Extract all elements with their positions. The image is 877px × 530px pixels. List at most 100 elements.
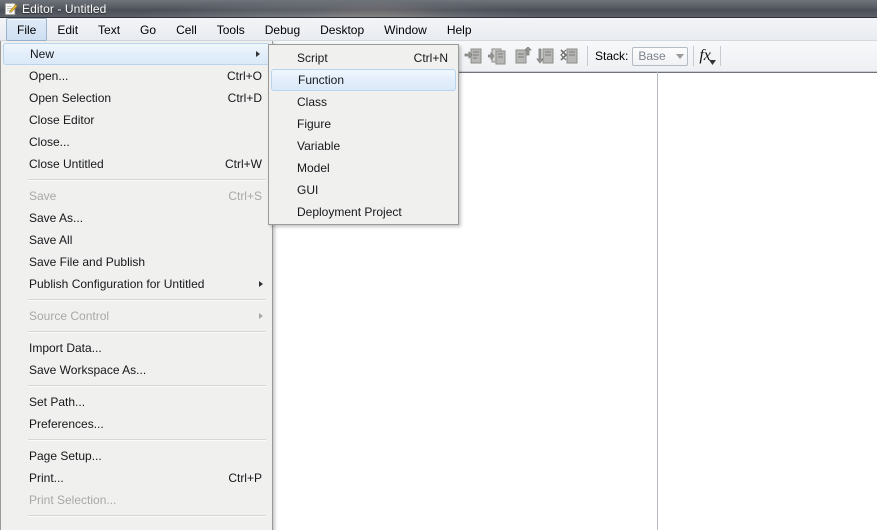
menu-item-label: Deployment Project: [297, 205, 402, 219]
menu-item-label: Open Selection: [29, 91, 112, 105]
menu-item-label: New: [30, 47, 55, 61]
application-window: Editor - Untitled File Edit Text Go Cell Tool…: [0, 0, 877, 530]
stack-dropdown-value: Base: [638, 49, 666, 63]
chevron-down-icon: [673, 53, 687, 59]
menu-separator: [28, 385, 266, 387]
menu-item-shortcut: Ctrl+O: [226, 69, 262, 83]
editor-document-pencil-icon: [4, 2, 18, 16]
menu-item-label: Set Path...: [29, 395, 86, 409]
menu-item-print[interactable]: Print... Ctrl+P: [1, 467, 272, 489]
menu-item-variable[interactable]: Variable: [269, 135, 458, 157]
function-browser-icon[interactable]: fx: [699, 48, 716, 65]
menu-item-shortcut: Ctrl+P: [228, 471, 262, 485]
menu-item-label: Print...: [29, 471, 64, 485]
menu-item-shortcut: Ctrl+W: [225, 157, 262, 171]
stack-label: Stack:: [595, 49, 629, 63]
menu-item-shortcut: Ctrl+D: [227, 91, 262, 105]
menu-text[interactable]: Text: [88, 18, 130, 41]
menu-item-model[interactable]: Model: [269, 157, 458, 179]
menu-item-label: Close...: [29, 135, 70, 149]
menu-item-shortcut: Ctrl+N: [413, 51, 448, 65]
menu-item-gui[interactable]: GUI: [269, 179, 458, 201]
menu-item-new[interactable]: New: [3, 43, 270, 65]
menu-item-save-as[interactable]: Save As...: [1, 207, 272, 229]
menu-item-script[interactable]: Script Ctrl+N: [269, 47, 458, 69]
menu-file[interactable]: File: [6, 18, 48, 41]
menu-item-label: Variable: [297, 139, 341, 153]
menu-item-label: Publish Configuration for Untitled: [29, 277, 205, 291]
menu-item-figure[interactable]: Figure: [269, 113, 458, 135]
menu-item-deployment-project[interactable]: Deployment Project: [269, 201, 458, 223]
menu-item-label: Save Workspace As...: [29, 363, 147, 377]
menu-debug[interactable]: Debug: [255, 18, 310, 41]
toolbar-separator: [693, 46, 695, 66]
step-out-icon[interactable]: [511, 45, 533, 67]
new-submenu-popup[interactable]: Script Ctrl+N Function Class Figure Variable M…: [268, 44, 459, 225]
menu-item-label: Function: [298, 73, 345, 87]
menu-label: Help: [446, 22, 472, 37]
menu-item-save-file-and-publish[interactable]: Save File and Publish: [1, 251, 272, 273]
menu-desktop[interactable]: Desktop: [310, 18, 374, 41]
menu-tools[interactable]: Tools: [207, 18, 255, 41]
menu-label: Window: [384, 22, 427, 37]
menu-label: Tools: [216, 22, 245, 37]
toolbar-separator: [719, 46, 721, 66]
debug-toolbar-group: Stack: Base fx: [451, 41, 726, 71]
menu-item-close[interactable]: Close...: [1, 131, 272, 153]
menu-item-save-all[interactable]: Save All: [1, 229, 272, 251]
menu-label: Text: [98, 22, 121, 37]
menu-item-label: Save As...: [29, 211, 84, 225]
menu-item-label: Save File and Publish: [29, 255, 146, 269]
menu-item-class[interactable]: Class: [269, 91, 458, 113]
menu-label: File: [17, 22, 37, 37]
menu-item-print-selection: Print Selection...: [1, 489, 272, 511]
menu-item-save: Save Ctrl+S: [1, 185, 272, 207]
menu-item-label: Save All: [29, 233, 73, 247]
menu-item-label: Close Untitled: [29, 157, 104, 171]
menu-label: Debug: [264, 22, 301, 37]
file-menu-popup[interactable]: New Open... Ctrl+O Open Selection Ctrl+D Clos…: [0, 41, 273, 530]
menu-item-open-selection[interactable]: Open Selection Ctrl+D: [1, 87, 272, 109]
menu-label: Go: [140, 22, 157, 37]
menu-item-label: Open...: [29, 69, 69, 83]
menu-item-close-editor[interactable]: Close Editor: [1, 109, 272, 131]
menu-help[interactable]: Help: [437, 18, 482, 41]
menu-cell[interactable]: Cell: [166, 18, 207, 41]
menu-item-set-path[interactable]: Set Path...: [1, 391, 272, 413]
step-in-icon[interactable]: [487, 45, 509, 67]
menu-item-label: Figure: [297, 117, 332, 131]
stack-dropdown[interactable]: Base: [632, 46, 689, 66]
menu-item-label: Close Editor: [29, 113, 95, 127]
menu-item-label: Print Selection...: [29, 493, 117, 507]
menu-item-close-untitled[interactable]: Close Untitled Ctrl+W: [1, 153, 272, 175]
menu-separator: [28, 299, 266, 301]
toolbar-separator: [587, 46, 588, 66]
menu-go[interactable]: Go: [130, 18, 166, 41]
menu-item-publish-configuration-for-untitled[interactable]: Publish Configuration for Untitled: [1, 273, 272, 295]
continue-icon[interactable]: [535, 45, 557, 67]
menu-item-label: GUI: [297, 183, 319, 197]
submenu-arrow-icon: [259, 281, 263, 287]
menu-item-label: Save: [29, 189, 57, 203]
editor-split-divider[interactable]: [657, 72, 658, 530]
menu-item-open[interactable]: Open... Ctrl+O: [1, 65, 272, 87]
menu-item-label: Preferences...: [29, 417, 104, 431]
titlebar-glow-warm: [300, 0, 460, 18]
menu-item-label: Model: [297, 161, 330, 175]
step-icon[interactable]: [463, 45, 485, 67]
menu-item-page-setup[interactable]: Page Setup...: [1, 445, 272, 467]
window-title: Editor - Untitled: [22, 2, 107, 16]
quit-debugging-icon[interactable]: [559, 45, 581, 67]
menu-item-import-data[interactable]: Import Data...: [1, 337, 272, 359]
menu-window[interactable]: Window: [374, 18, 437, 41]
menu-item-shortcut: Ctrl+S: [228, 189, 262, 203]
menu-item-label: Source Control: [29, 309, 110, 323]
menu-label: Desktop: [320, 22, 365, 37]
menu-item-preferences[interactable]: Preferences...: [1, 413, 272, 435]
menu-edit[interactable]: Edit: [47, 18, 88, 41]
menu-bar: File Edit Text Go Cell Tools Debug Desktop Windo…: [0, 18, 877, 41]
menu-label: Edit: [57, 22, 79, 37]
menu-item-function[interactable]: Function: [271, 69, 456, 91]
menu-item-label: Page Setup...: [29, 449, 102, 463]
menu-item-save-workspace-as[interactable]: Save Workspace As...: [1, 359, 272, 381]
